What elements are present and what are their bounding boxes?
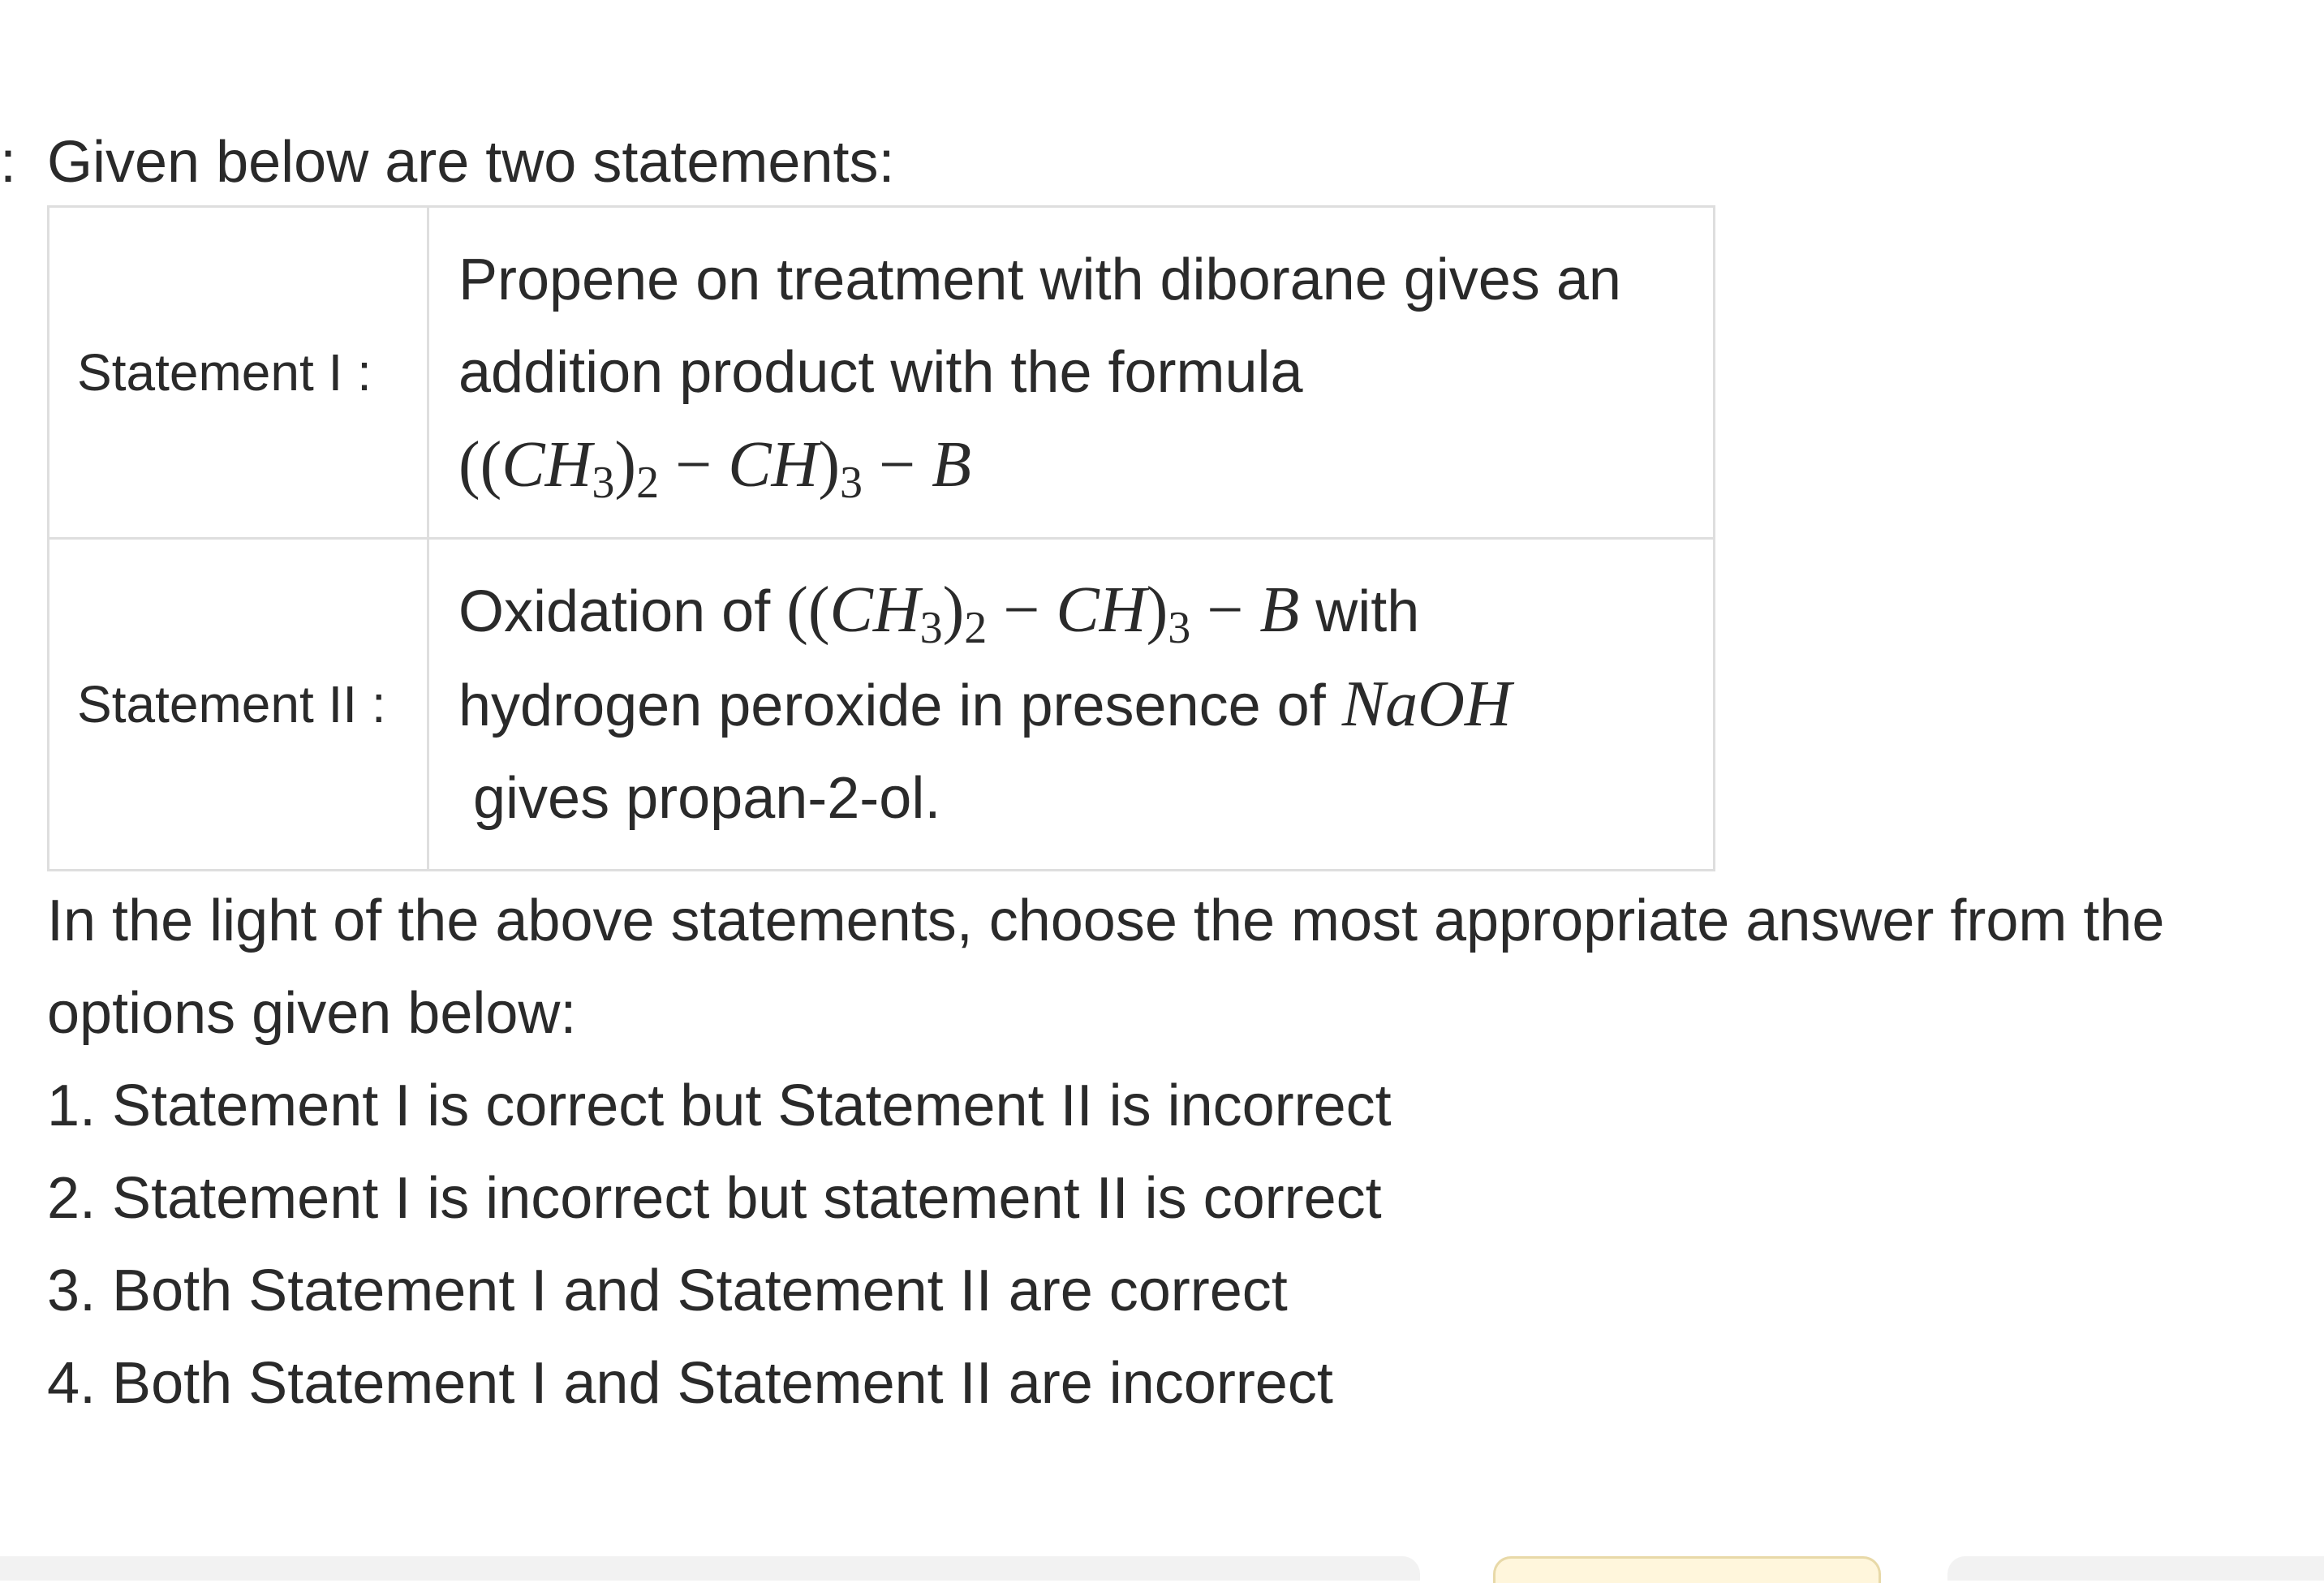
option-3[interactable]: 3. Both Statement I and Statement II are… [47,1245,1392,1337]
formula-paren: ) [1146,574,1168,646]
statement-1-formula: ((CH3)2 − CH)3 − B [458,419,1689,511]
formula-ch: CH [829,574,920,646]
bottom-tab-highlighted[interactable] [1493,1556,1881,1583]
formula-minus: − [659,429,729,501]
formula-minus: − [862,429,932,501]
formula-sub: 3 [592,458,615,508]
statement-2-line: gives propan-2-ol. [473,766,941,831]
statement-2-line2: hydrogen peroxide in presence of [458,673,1342,738]
option-2[interactable]: 2. Statement I is incorrect but statemen… [47,1152,1392,1245]
formula-paren: ) [942,574,965,646]
formula-ch: CH [1056,574,1147,646]
statement-2-prefix: Oxidation of [458,579,787,644]
prompt-line: options given below: [47,981,577,1046]
prompt-line: In the light of the above statements, ch… [47,888,2165,953]
formula-sub: 3 [839,458,863,508]
question-prompt: In the light of the above statements, ch… [47,875,2319,1060]
question-intro: Given below are two statements: [47,130,895,195]
formula-sub: 3 [919,603,943,653]
formula-paren: ) [614,429,637,501]
statements-table: Statement I : Propene on treatment with … [47,205,1715,871]
formula-paren: ) [818,429,840,501]
statement-2-line: hydrogen peroxide in presence of NaOH [458,658,1689,752]
formula-ch: CH [501,429,592,501]
statement-2-text: Oxidation of ((CH3)2 − CH)3 − B with hyd… [427,537,1715,871]
answer-options: 1. Statement I is correct but Statement … [47,1060,1392,1430]
table-row: Statement I : Propene on treatment with … [47,205,1715,540]
formula-sub: 2 [636,458,660,508]
option-4[interactable]: 4. Both Statement I and Statement II are… [47,1337,1392,1430]
statement-1-label: Statement I : [47,205,429,540]
formula-boron: B [1259,574,1300,646]
formula-ch: CH [728,429,819,501]
formula-paren: (( [458,429,502,501]
statement-2-label: Statement II : [47,537,429,871]
formula-boron: B [932,429,971,501]
option-1[interactable]: 1. Statement I is correct but Statement … [47,1060,1392,1152]
formula-paren: (( [786,574,830,646]
formula-minus: − [987,574,1057,646]
formula-minus: − [1190,574,1260,646]
formula-sub: 3 [1168,603,1191,653]
formula-sub: 2 [964,603,988,653]
leading-colon: : [0,130,17,195]
statement-2-line: Oxidation of ((CH3)2 − CH)3 − B with [458,564,1689,658]
statement-1-text: Propene on treatment with diborane gives… [427,205,1715,540]
statement-2-suffix: with [1299,579,1420,644]
table-row: Statement II : Oxidation of ((CH3)2 − CH… [47,537,1715,871]
statement-1-line: addition product with the formula [458,340,1303,405]
bottom-tab-right[interactable] [1947,1556,2324,1581]
statement-1-line: Propene on treatment with diborane gives… [458,247,1621,312]
reagent-formula: NaOH [1341,669,1512,740]
statement-2-formula: ((CH3)2 − CH)3 − B [786,574,1300,651]
bottom-tab-left[interactable] [0,1556,1420,1581]
